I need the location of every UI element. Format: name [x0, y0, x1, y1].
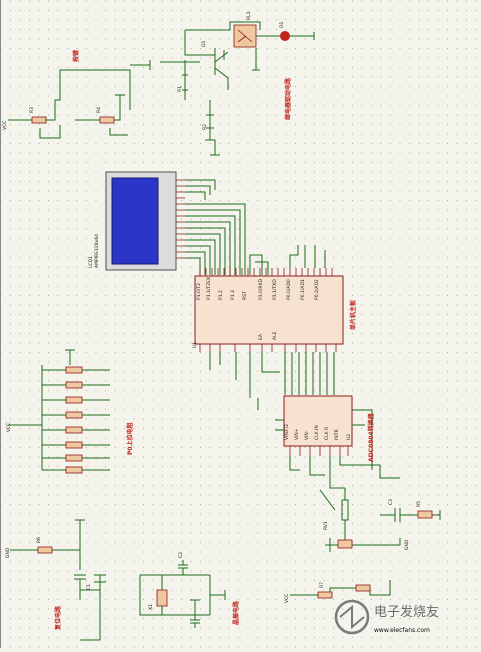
reset-label: 复位电路	[54, 605, 62, 631]
crystal-label: 晶振电路	[232, 600, 240, 625]
svg-text:VREF/2: VREF/2	[284, 424, 290, 440]
svg-text:P1.3: P1.3	[230, 290, 236, 300]
svg-text:P1.0/T2: P1.0/T2	[196, 283, 202, 300]
mcu-label: 单片机主板	[349, 299, 357, 330]
relay-drive-label: 继电器驱动电路	[284, 77, 292, 120]
svg-text:VCC: VCC	[2, 121, 8, 130]
svg-text:VIN+: VIN+	[294, 428, 300, 440]
svg-text:VIN-: VIN-	[304, 430, 310, 440]
schematic-canvas: Q1 RL1 D1 R1 R2 继电器驱动电路 R3 R4 按键 VCC LCD…	[0, 0, 481, 648]
svg-text:C3: C3	[388, 499, 394, 505]
svg-text:GND: GND	[404, 539, 410, 550]
svg-text:P0.0/AD0: P0.0/AD0	[286, 279, 292, 300]
svg-text:R3: R3	[29, 107, 35, 113]
svg-text:R2: R2	[202, 124, 208, 130]
lcd-screen	[111, 177, 159, 265]
svg-text:ALE: ALE	[272, 331, 278, 340]
svg-text:C2: C2	[178, 552, 184, 558]
led-d1[interactable]	[280, 31, 290, 41]
svg-text:CLK IN: CLK IN	[314, 425, 320, 440]
svg-text:GND: GND	[5, 547, 11, 558]
svg-text:P0.2/AD2: P0.2/AD2	[314, 279, 320, 300]
watermark-text: 电子发烧友	[374, 604, 439, 620]
svg-text:LCD1: LCD1	[88, 256, 94, 268]
svg-text:AMPIRE128x64: AMPIRE128x64	[94, 234, 100, 268]
svg-text:X1: X1	[148, 604, 154, 610]
crystal-x1[interactable]	[156, 589, 168, 607]
svg-text:C1: C1	[86, 584, 92, 590]
svg-text:P0.1/AD1: P0.1/AD1	[300, 279, 306, 300]
rv1-pot[interactable]	[337, 539, 353, 549]
svg-text:VCC: VCC	[284, 594, 290, 603]
svg-text:R5: R5	[416, 501, 422, 507]
svg-text:EA: EA	[258, 333, 264, 340]
svg-text:P3.0/RXD: P3.0/RXD	[258, 278, 264, 300]
svg-text:R6: R6	[36, 537, 42, 543]
adc-label: ADC0804转换器	[367, 412, 375, 462]
svg-text:RV1: RV1	[323, 521, 329, 530]
svg-text:RST: RST	[242, 291, 248, 300]
svg-text:D1: D1	[279, 22, 285, 28]
key-label: 按键	[72, 49, 80, 62]
svg-text:R4: R4	[96, 107, 102, 113]
pullup-label: P0上拉电阻	[126, 422, 134, 455]
svg-text:P1.2: P1.2	[218, 290, 224, 300]
watermark-url: www.elecfans.com	[374, 627, 430, 634]
svg-text:U2: U2	[346, 434, 352, 440]
svg-text:Q1: Q1	[201, 40, 207, 47]
svg-text:RL1: RL1	[246, 11, 252, 20]
svg-text:VCC: VCC	[6, 423, 12, 432]
svg-text:R7: R7	[319, 582, 325, 588]
svg-text:P3.1/TXD: P3.1/TXD	[272, 279, 278, 300]
svg-text:CLK R: CLK R	[324, 427, 330, 440]
schematic-sheet: Q1 RL1 D1 R1 R2 继电器驱动电路 R3 R4 按键 VCC LCD…	[0, 0, 481, 648]
svg-text:INTR: INTR	[334, 429, 340, 440]
svg-text:U1: U1	[192, 342, 198, 348]
svg-text:R1: R1	[177, 86, 183, 92]
mcu-body[interactable]	[194, 275, 344, 345]
svg-text:P1.1/T2EX: P1.1/T2EX	[206, 277, 212, 300]
